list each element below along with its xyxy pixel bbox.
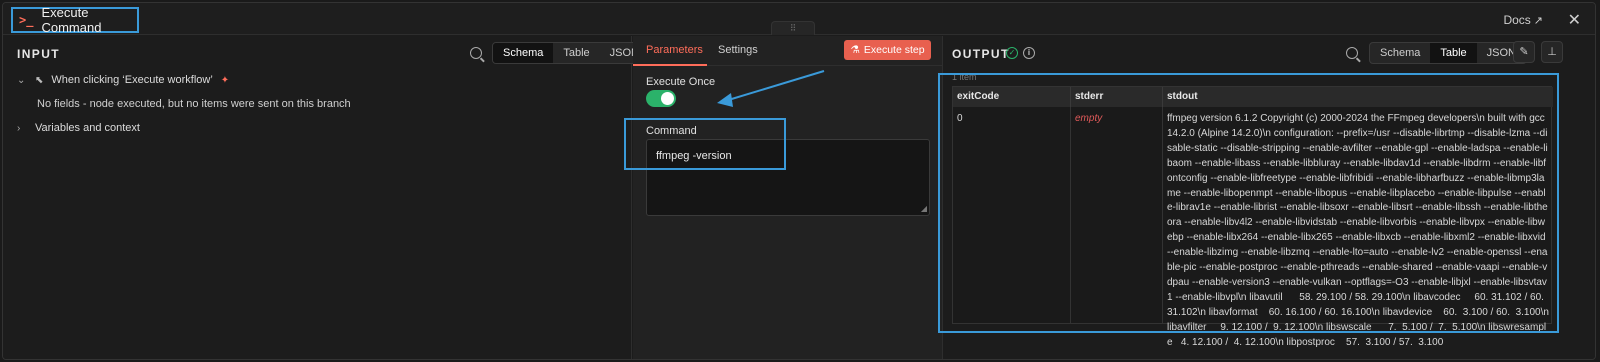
command-highlight-box <box>624 118 786 170</box>
params-tab-bar: Parameters Settings ⚗ Execute step <box>633 36 942 66</box>
execute-once-toggle[interactable] <box>646 90 676 107</box>
drag-handle[interactable]: ⠿ <box>771 21 815 35</box>
tab-parameters[interactable]: Parameters <box>646 44 703 56</box>
search-icon[interactable] <box>1346 47 1358 59</box>
output-panel: OUTPUT ✓ i Schema Table JSON ✎ ⊥ 1 item … <box>938 36 1595 359</box>
pin-output-button[interactable]: ⊥ <box>1541 41 1563 63</box>
active-tab-underline <box>633 64 707 66</box>
output-view-switch: Schema Table JSON <box>1369 42 1527 64</box>
pencil-icon: ✎ <box>1519 46 1529 58</box>
resize-grip-icon[interactable]: ◢ <box>921 204 927 213</box>
docs-link[interactable]: Docs ↗ <box>1503 13 1543 27</box>
trigger-node-row[interactable]: ⌄ ⬉ When clicking ‘Execute workflow’ ✦ <box>17 74 229 86</box>
output-highlight-box <box>938 73 1559 333</box>
output-view-schema[interactable]: Schema <box>1370 43 1430 63</box>
docs-label: Docs <box>1503 13 1531 27</box>
info-icon[interactable]: i <box>1023 47 1035 59</box>
tab-settings[interactable]: Settings <box>718 44 758 56</box>
pin-icon: ⊥ <box>1547 46 1557 58</box>
trigger-node-label: When clicking ‘Execute workflow’ <box>51 74 213 86</box>
terminal-icon: >_ <box>19 13 34 27</box>
input-view-table[interactable]: Table <box>553 43 599 63</box>
input-view-schema[interactable]: Schema <box>493 43 554 63</box>
node-modal: >_ Execute Command ⠿ Docs ↗ ✕ INPUT Schem… <box>2 2 1596 360</box>
execute-once-label: Execute Once <box>646 76 716 88</box>
success-check-icon: ✓ <box>1006 47 1018 59</box>
edit-output-button[interactable]: ✎ <box>1513 41 1535 63</box>
input-title: INPUT <box>17 47 60 61</box>
search-icon[interactable] <box>470 47 482 59</box>
output-title: OUTPUT <box>952 47 1010 61</box>
modal-header: >_ Execute Command ⠿ Docs ↗ ✕ <box>3 3 1595 35</box>
lightning-icon: ✦ <box>220 74 230 86</box>
output-view-table[interactable]: Table <box>1430 43 1477 63</box>
execute-step-button[interactable]: ⚗ Execute step <box>844 40 931 60</box>
input-view-switch: Schema Table JSON <box>492 42 650 64</box>
flask-icon: ⚗ <box>850 44 860 56</box>
parameters-panel: Parameters Settings ⚗ Execute step Execu… <box>624 36 943 359</box>
chevron-down-icon: ⌄ <box>17 74 26 86</box>
node-title-highlight: >_ Execute Command <box>11 5 139 35</box>
node-title[interactable]: Execute Command <box>41 5 137 35</box>
cursor-click-icon: ⬉ <box>35 74 44 86</box>
input-panel: INPUT Schema Table JSON ⌄ ⬉ When clickin… <box>3 36 650 359</box>
chevron-right-icon: › <box>17 122 21 134</box>
no-fields-note: No fields - node executed, but no items … <box>37 98 351 110</box>
external-link-icon: ↗ <box>1533 15 1543 27</box>
execute-step-label: Execute step <box>863 44 925 56</box>
variables-context-label: Variables and context <box>35 122 140 134</box>
variables-context-row[interactable]: › Variables and context <box>17 122 140 134</box>
close-button[interactable]: ✕ <box>1568 10 1581 30</box>
